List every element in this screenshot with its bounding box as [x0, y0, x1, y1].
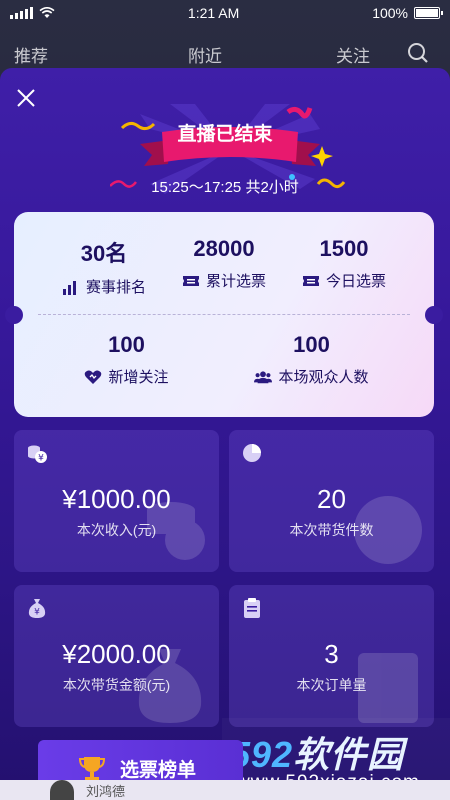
stat-viewers-value: 100 — [293, 332, 330, 357]
income-value: ¥1000.00 — [62, 484, 171, 514]
sales-amount-card: ¥ ¥2000.00 本次带货金额(元) — [14, 585, 219, 727]
pie-chart-icon — [243, 444, 261, 462]
stat-total-votes-label: 累计选票 — [205, 273, 266, 290]
clipboard-icon — [244, 598, 260, 618]
items-sold-label: 本次带货件数 — [289, 522, 374, 538]
svg-text:¥: ¥ — [34, 608, 40, 618]
stat-total-votes-label-row: 累计选票 — [154, 270, 294, 291]
stat-viewers-label: 本场观众人数 — [278, 369, 369, 386]
vote-ranking-label: 选票榜单 — [120, 759, 197, 781]
watermark-brand: 592软件园 — [230, 734, 405, 775]
stat-new-followers-value: 100 — [108, 332, 145, 357]
items-sold-card: 20 本次带货件数 — [229, 430, 434, 572]
income-label: 本次收入(元) — [76, 522, 157, 538]
status-right: 100% — [372, 5, 443, 21]
tab-follow[interactable]: 关注 — [336, 42, 370, 67]
tab-nearby[interactable]: 附近 — [188, 42, 222, 67]
status-left — [10, 7, 55, 19]
orders-value: 3 — [324, 639, 339, 669]
sales-amount-value: ¥2000.00 — [62, 639, 171, 669]
ticket-icon — [302, 275, 319, 286]
stat-today-votes: 1500 今日选票 — [274, 236, 414, 291]
stat-viewers-label-row: 本场观众人数 — [234, 366, 389, 387]
bottom-user-name: 刘鸿德 — [86, 784, 126, 799]
search-icon[interactable] — [407, 42, 429, 64]
avatar — [50, 780, 74, 800]
trophy-icon — [78, 757, 106, 780]
signal-icon — [10, 7, 33, 19]
top-nav: 推荐 附近 关注 — [0, 36, 450, 72]
stat-total-votes: 28000 累计选票 — [154, 236, 294, 291]
stat-today-votes-label-row: 今日选票 — [274, 270, 414, 291]
ticket-icon — [182, 275, 199, 286]
stats-ticket-card: 30名 赛事排名 28000 累计选票 1500 今日选票 100 新增关注 1… — [5, 212, 443, 417]
ticket-divider — [38, 314, 410, 315]
users-icon — [254, 370, 273, 383]
close-icon[interactable] — [14, 86, 38, 110]
status-bar: 1:21 AM 100% — [0, 0, 450, 26]
wifi-icon — [39, 7, 55, 18]
money-bag-icon: ¥ — [28, 599, 46, 618]
orders-label: 本次订单量 — [296, 677, 367, 693]
heart-icon — [85, 370, 102, 384]
stat-today-votes-label: 今日选票 — [325, 273, 386, 290]
stat-total-votes-value: 28000 — [193, 236, 255, 261]
stat-rank-label: 赛事排名 — [85, 279, 146, 296]
stat-rank-label-row: 赛事排名 — [34, 276, 174, 297]
bar-chart-icon — [62, 280, 76, 295]
income-card: ¥ ¥1000.00 本次收入(元) — [14, 430, 219, 572]
battery-percent: 100% — [372, 5, 408, 21]
battery-icon — [414, 7, 443, 19]
orders-card: 3 本次订单量 — [229, 585, 434, 727]
stat-viewers: 100 本场观众人数 — [234, 332, 389, 387]
stat-new-followers-label-row: 新增关注 — [54, 366, 199, 387]
ticket-notch-right — [425, 306, 443, 324]
sales-amount-label: 本次带货金额(元) — [62, 677, 171, 693]
items-sold-value: 20 — [317, 484, 346, 514]
coins-icon: ¥ — [28, 445, 47, 464]
bottom-list-peek: 刘鸿德 — [0, 780, 450, 800]
live-ended-title: 直播已结束 — [177, 124, 273, 145]
svg-text:¥: ¥ — [38, 454, 44, 464]
status-time: 1:21 AM — [187, 5, 240, 21]
stat-new-followers-label: 新增关注 — [108, 369, 169, 386]
stat-new-followers: 100 新增关注 — [54, 332, 199, 387]
stat-today-votes-value: 1500 — [319, 236, 369, 261]
tab-recommend[interactable]: 推荐 — [14, 42, 48, 67]
stat-rank: 30名 赛事排名 — [34, 236, 174, 297]
stat-rank-value: 30名 — [80, 241, 128, 266]
ticket-notch-left — [5, 306, 23, 324]
live-ended-panel: 直播已结束 15:25～17:25 共2小时 30名 赛事排名 28000 累计… — [0, 68, 450, 800]
live-time-range: 15:25～17:25 共2小时 — [151, 179, 299, 196]
